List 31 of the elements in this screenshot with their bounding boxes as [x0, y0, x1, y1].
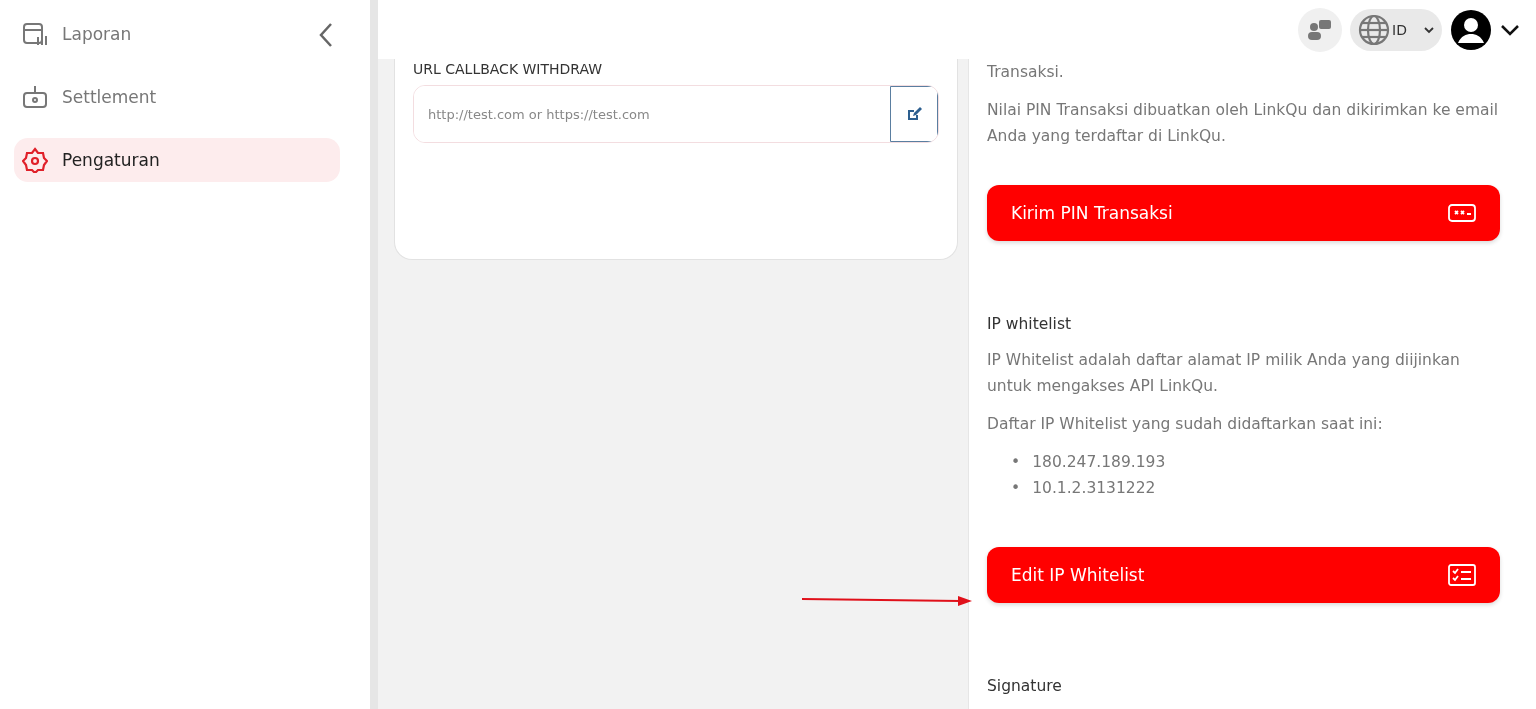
paragraph: Nilai PIN Transaksi dibuatkan oleh LinkQu dan dikirimkan ke email Anda yang terdaftar di LinkQu.	[987, 100, 1500, 147]
ip-address: 180.247.189.193	[1032, 452, 1166, 473]
settings-icon	[22, 147, 48, 173]
paragraph: Daftar IP Whitelist yang sudah didaftarkan saat ini:	[987, 414, 1384, 435]
chevron-down-icon	[1424, 25, 1434, 34]
bullet-mark: •	[1011, 452, 1021, 473]
edit-whitelist-button[interactable]: Edit IP Whitelist	[987, 547, 1500, 603]
field-label: URL CALLBACK WITHDRAW	[413, 60, 604, 79]
section-title: Signature	[987, 676, 1063, 697]
url-input-field[interactable]: http://test.com or https://test.com	[413, 85, 939, 143]
edit-icon	[906, 106, 922, 122]
paragraph: Transaksi.	[987, 62, 1065, 83]
language-select[interactable]: ID	[1350, 8, 1442, 51]
chat-icon[interactable]	[1298, 7, 1342, 52]
pin-icon	[1448, 203, 1476, 223]
report-icon	[22, 21, 48, 47]
edit-button[interactable]	[890, 86, 938, 142]
avatar-icon[interactable]	[1450, 8, 1492, 51]
globe-icon	[1358, 13, 1390, 46]
sidebar-item[interactable]: Settlement	[14, 75, 340, 119]
settlement-icon	[22, 84, 48, 110]
sidebar-item[interactable]: Laporan	[14, 12, 340, 56]
checklist-icon	[1448, 564, 1476, 586]
sidebar-item[interactable]: Pengaturan	[14, 138, 340, 182]
ip-address: 10.1.2.3131222	[1032, 478, 1156, 499]
section-title: IP whitelist	[987, 314, 1073, 335]
paragraph: IP Whitelist adalah daftar alamat IP milik Anda yang diijinkan untuk mengakses API LinkQu.	[987, 350, 1461, 397]
send-pin-button[interactable]: Kirim PIN Transaksi	[987, 185, 1500, 241]
bullet-mark: •	[1011, 478, 1021, 499]
collapse-icon[interactable]	[318, 22, 334, 48]
chevron-down-icon[interactable]	[1500, 23, 1520, 36]
